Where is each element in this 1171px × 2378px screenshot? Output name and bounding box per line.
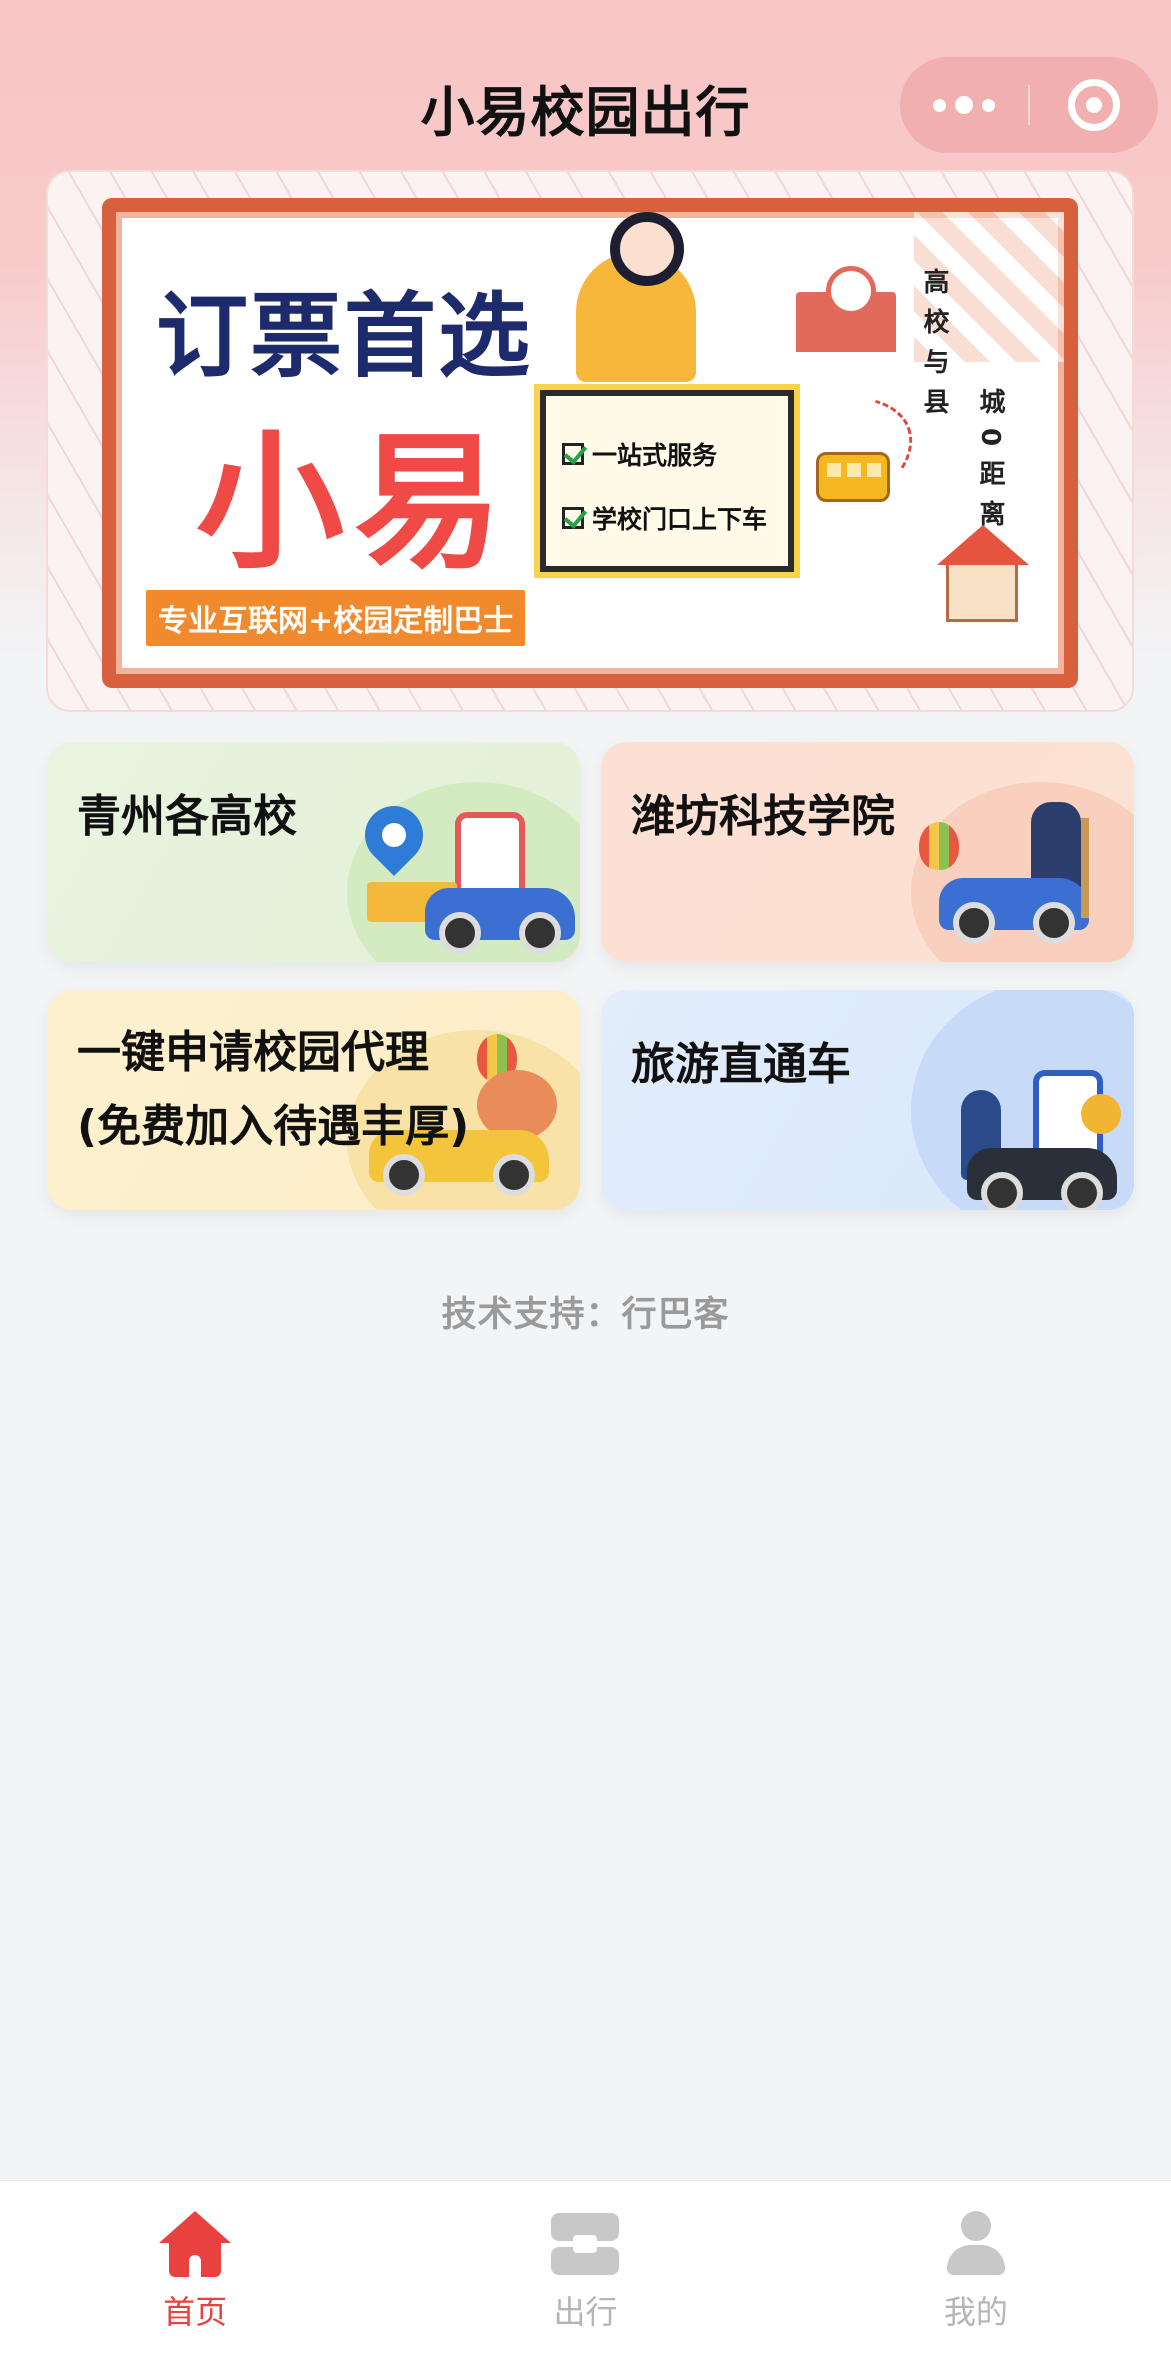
user-icon [943, 2211, 1009, 2277]
promo-banner[interactable]: 订票首选 小易 专业互联网+校园定制巴士 一站式服务 学校门口上下车 高校与县 … [46, 170, 1134, 712]
card-title: 潍坊科技学院 [631, 791, 895, 842]
tab-label: 我的 [943, 2293, 1008, 2331]
coin-icon [1081, 1094, 1121, 1134]
close-miniprogram-icon[interactable] [1030, 57, 1158, 153]
card-travel-express[interactable]: 旅游直通车 [601, 990, 1134, 1210]
car-icon [425, 888, 575, 954]
banner-headline: 订票首选 [156, 283, 533, 390]
tab-mine[interactable]: 我的 [781, 2181, 1171, 2378]
woman-megaphone-illustration [576, 212, 696, 382]
banner-brand: 小易 [196, 417, 512, 589]
signpost-icon [1081, 818, 1089, 918]
miniprogram-capsule [900, 57, 1158, 153]
checkbox-icon [562, 443, 584, 465]
banner-vertical-text: 高校与县 [919, 268, 949, 428]
card-title: 旅游直通车 [631, 1039, 851, 1090]
card-title: 一键申请校园代理 (免费加入待遇丰厚) [77, 1027, 470, 1152]
card-decoration [911, 782, 1134, 962]
more-options-icon[interactable] [900, 57, 1028, 153]
tab-label: 首页 [163, 2293, 228, 2331]
card-weifang-tech-college[interactable]: 潍坊科技学院 [601, 742, 1134, 962]
banner-tagline: 专业互联网+校园定制巴士 [146, 590, 526, 646]
bottom-tab-bar: 首页 出行 我的 [0, 2180, 1171, 2378]
tab-home[interactable]: 首页 [0, 2181, 390, 2378]
balloon-icon [919, 822, 959, 870]
card-campus-agent-apply[interactable]: 一键申请校园代理 (免费加入待遇丰厚) [47, 990, 580, 1210]
banner-vertical-text: 城0距离 [975, 388, 1005, 541]
banner-frame: 订票首选 小易 专业互联网+校园定制巴士 一站式服务 学校门口上下车 高校与县 … [102, 198, 1078, 688]
feature-item: 一站式服务 [562, 436, 717, 472]
car-icon [939, 878, 1089, 944]
card-title: 青州各高校 [77, 791, 297, 842]
tech-support-text: 技术支持：行巴客 [441, 1295, 730, 1335]
tab-label: 出行 [553, 2293, 618, 2331]
tab-trip[interactable]: 出行 [390, 2181, 780, 2378]
card-qingzhou-universities[interactable]: 青州各高校 [47, 742, 580, 962]
checkbox-icon [562, 507, 584, 529]
car-icon [967, 1148, 1117, 1210]
home-icon [159, 2211, 232, 2277]
house-icon [937, 525, 1029, 622]
trip-icon [551, 2211, 620, 2277]
school-icon [796, 266, 896, 352]
